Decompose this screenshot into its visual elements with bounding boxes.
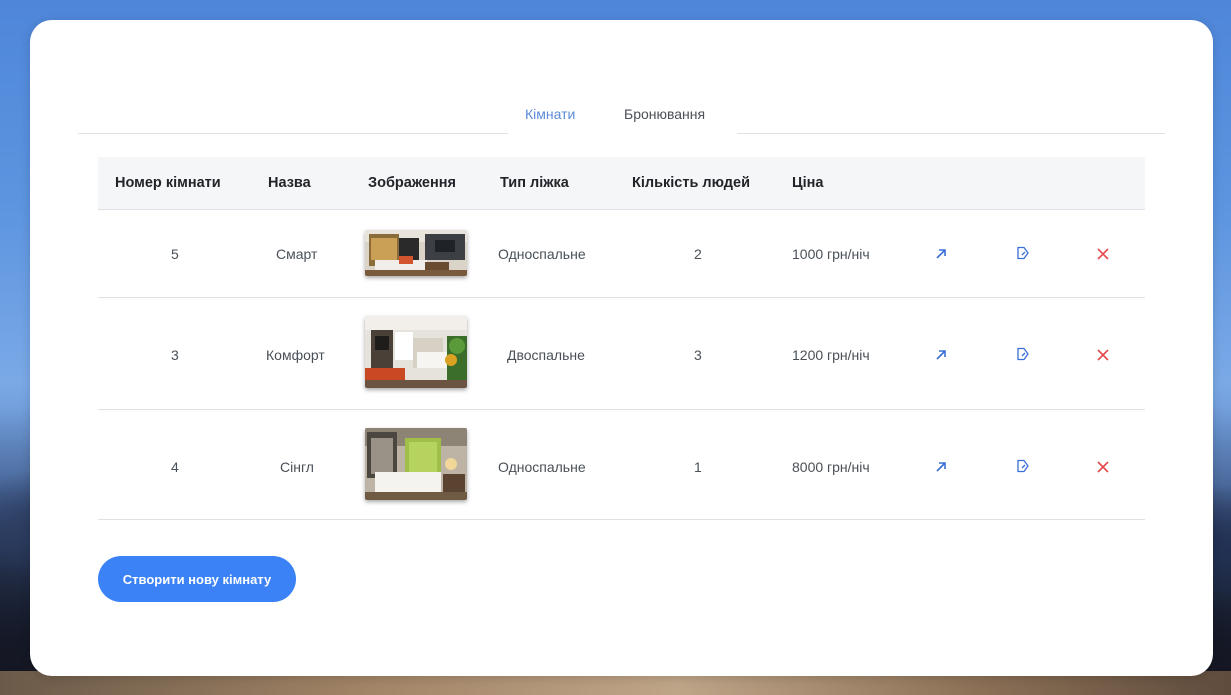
tab-bookings[interactable]: Бронювання: [624, 106, 705, 122]
admin-card: Кімнати Бронювання Номер кімнати Назва З…: [30, 20, 1213, 676]
tab-rooms[interactable]: Кімнати: [525, 106, 575, 122]
header-image: Зображення: [368, 175, 456, 191]
room-number: 5: [171, 246, 179, 262]
bed-type: Двоспальне: [507, 347, 585, 363]
header-room-number: Номер кімнати: [115, 175, 221, 191]
table-row: 5 Смарт Односпальне 2 1000 грн/ніч: [98, 210, 1145, 298]
tab-bar: Кімнати Бронювання: [78, 106, 1165, 136]
arrow-up-right-icon[interactable]: [934, 348, 948, 362]
price: 8000 грн/ніч: [792, 459, 870, 475]
people-count: 1: [694, 459, 702, 475]
room-number: 4: [171, 459, 179, 475]
close-icon[interactable]: [1096, 348, 1110, 362]
room-name: Смарт: [276, 246, 318, 262]
room-name: Сінгл: [280, 459, 314, 475]
edit-icon[interactable]: [1016, 347, 1030, 361]
people-count: 3: [694, 347, 702, 363]
price: 1000 грн/ніч: [792, 246, 870, 262]
header-people: Кількість людей: [632, 175, 750, 191]
arrow-up-right-icon[interactable]: [934, 247, 948, 261]
people-count: 2: [694, 246, 702, 262]
header-price: Ціна: [792, 175, 824, 191]
room-image: [365, 428, 467, 500]
price: 1200 грн/ніч: [792, 347, 870, 363]
room-image: [365, 316, 467, 388]
bed-type: Односпальне: [498, 459, 586, 475]
header-name: Назва: [268, 175, 311, 191]
room-number: 3: [171, 347, 179, 363]
room-name: Комфорт: [266, 347, 325, 363]
rooms-table: Номер кімнати Назва Зображення Тип ліжка…: [98, 157, 1145, 520]
edit-icon[interactable]: [1016, 459, 1030, 473]
bed-type: Односпальне: [498, 246, 586, 262]
close-icon[interactable]: [1096, 247, 1110, 261]
table-row: 3 Комфорт Двоспальне 3 1200 грн/ніч: [98, 298, 1145, 410]
tab-divider-right: [737, 133, 1165, 134]
room-image: [365, 230, 467, 276]
edit-icon[interactable]: [1016, 246, 1030, 260]
arrow-up-right-icon[interactable]: [934, 460, 948, 474]
table-row: 4 Сінгл Односпальне 1 8000 грн/ніч: [98, 410, 1145, 520]
close-icon[interactable]: [1096, 460, 1110, 474]
tab-divider-left: [78, 133, 508, 134]
create-room-button[interactable]: Створити нову кімнату: [98, 556, 296, 602]
header-bed-type: Тип ліжка: [500, 175, 569, 191]
table-header: Номер кімнати Назва Зображення Тип ліжка…: [98, 157, 1145, 210]
